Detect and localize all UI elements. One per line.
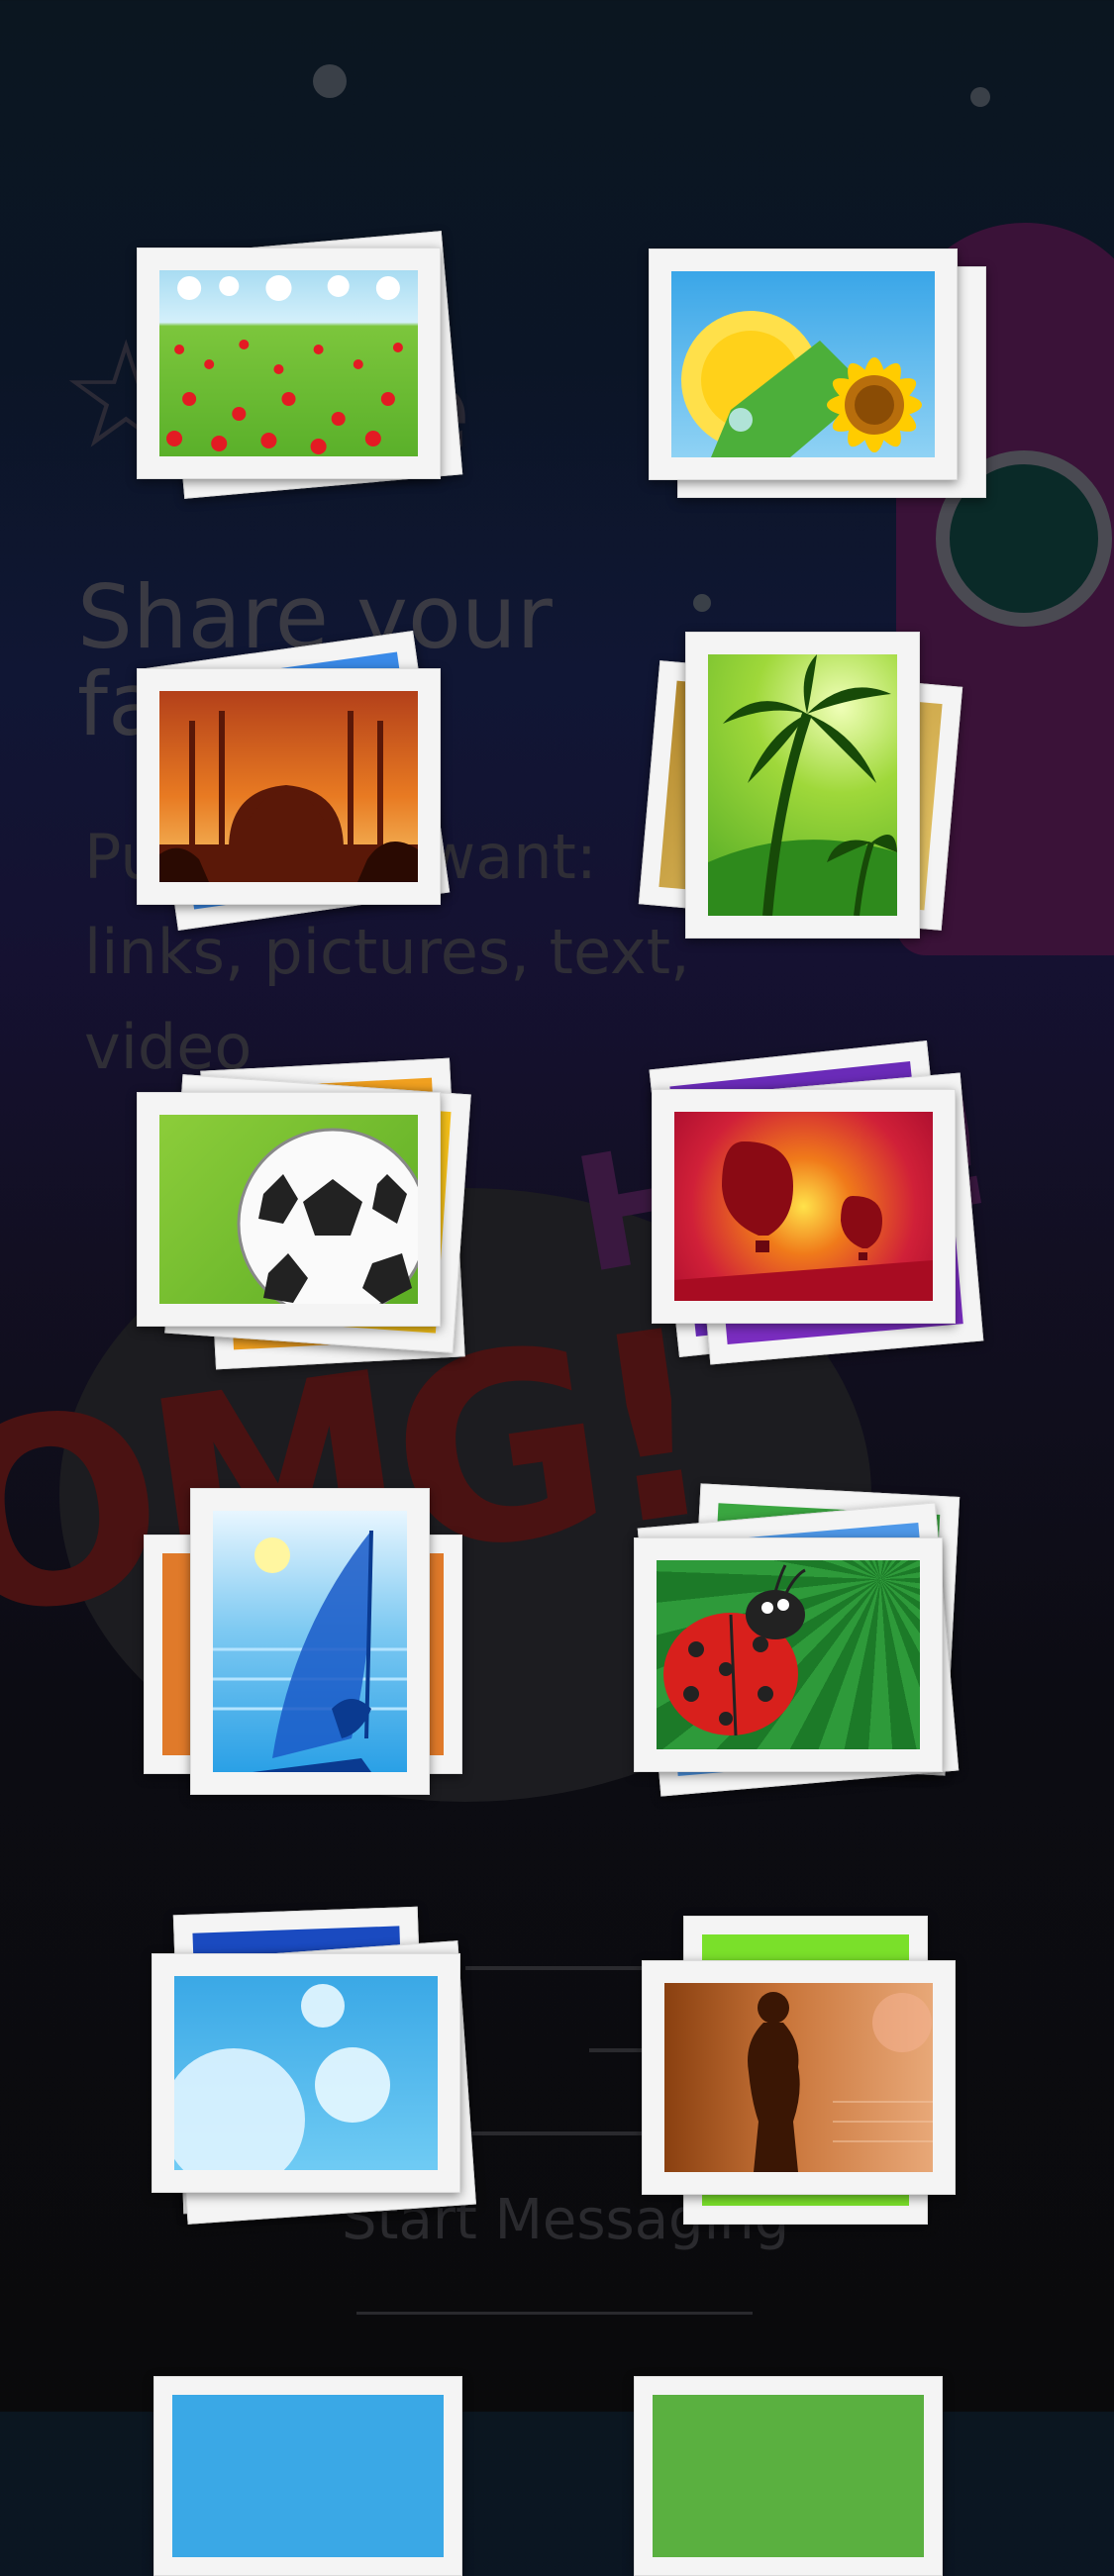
photo-card (642, 1960, 956, 2195)
stack-card (153, 2376, 462, 2576)
photo-card (152, 1953, 460, 2193)
windsurfer-image (213, 1511, 407, 1772)
photo-card (652, 1089, 956, 1324)
photo-card (649, 248, 958, 480)
gallery-item-bubbles[interactable] (149, 1906, 495, 2242)
background-dot (970, 87, 990, 107)
gallery-item-ladybug[interactable] (629, 1480, 975, 1817)
gallery-item-mosque-sunset[interactable] (134, 609, 470, 945)
photo-card (137, 248, 441, 479)
background-dot (313, 64, 347, 98)
photo-card (137, 1092, 441, 1327)
palm-trees-image (708, 654, 897, 916)
bubbles-image (174, 1976, 438, 2170)
stack-card (634, 2376, 943, 2576)
gallery-item-sunflower[interactable] (646, 243, 992, 515)
photo-card (685, 632, 920, 939)
gallery-item-partial[interactable] (634, 2361, 961, 2576)
gallery-item-hot-air-balloons[interactable] (649, 1035, 985, 1371)
gallery-item-woman-silhouette[interactable] (639, 1911, 975, 2237)
photo-card (190, 1488, 430, 1795)
sunflower-image (671, 271, 935, 457)
mosque-sunset-image (159, 691, 418, 882)
woman-silhouette-image (664, 1983, 933, 2172)
button-underline (356, 2312, 753, 2315)
poppy-field-image (159, 270, 418, 456)
ladybug-image (657, 1560, 920, 1749)
hot-air-balloons-image (674, 1112, 933, 1301)
soccer-ball-image (159, 1115, 418, 1304)
gallery-item-poppy-field[interactable] (134, 228, 470, 515)
gallery-item-partial[interactable] (153, 2356, 470, 2576)
gallery-item-palm-trees[interactable] (634, 629, 970, 945)
gallery-item-soccer-ball[interactable] (134, 1044, 480, 1381)
photo-card (634, 1537, 943, 1772)
photo-card (137, 668, 441, 905)
gallery-item-windsurfer[interactable] (139, 1480, 475, 1817)
background-dot (693, 594, 711, 612)
